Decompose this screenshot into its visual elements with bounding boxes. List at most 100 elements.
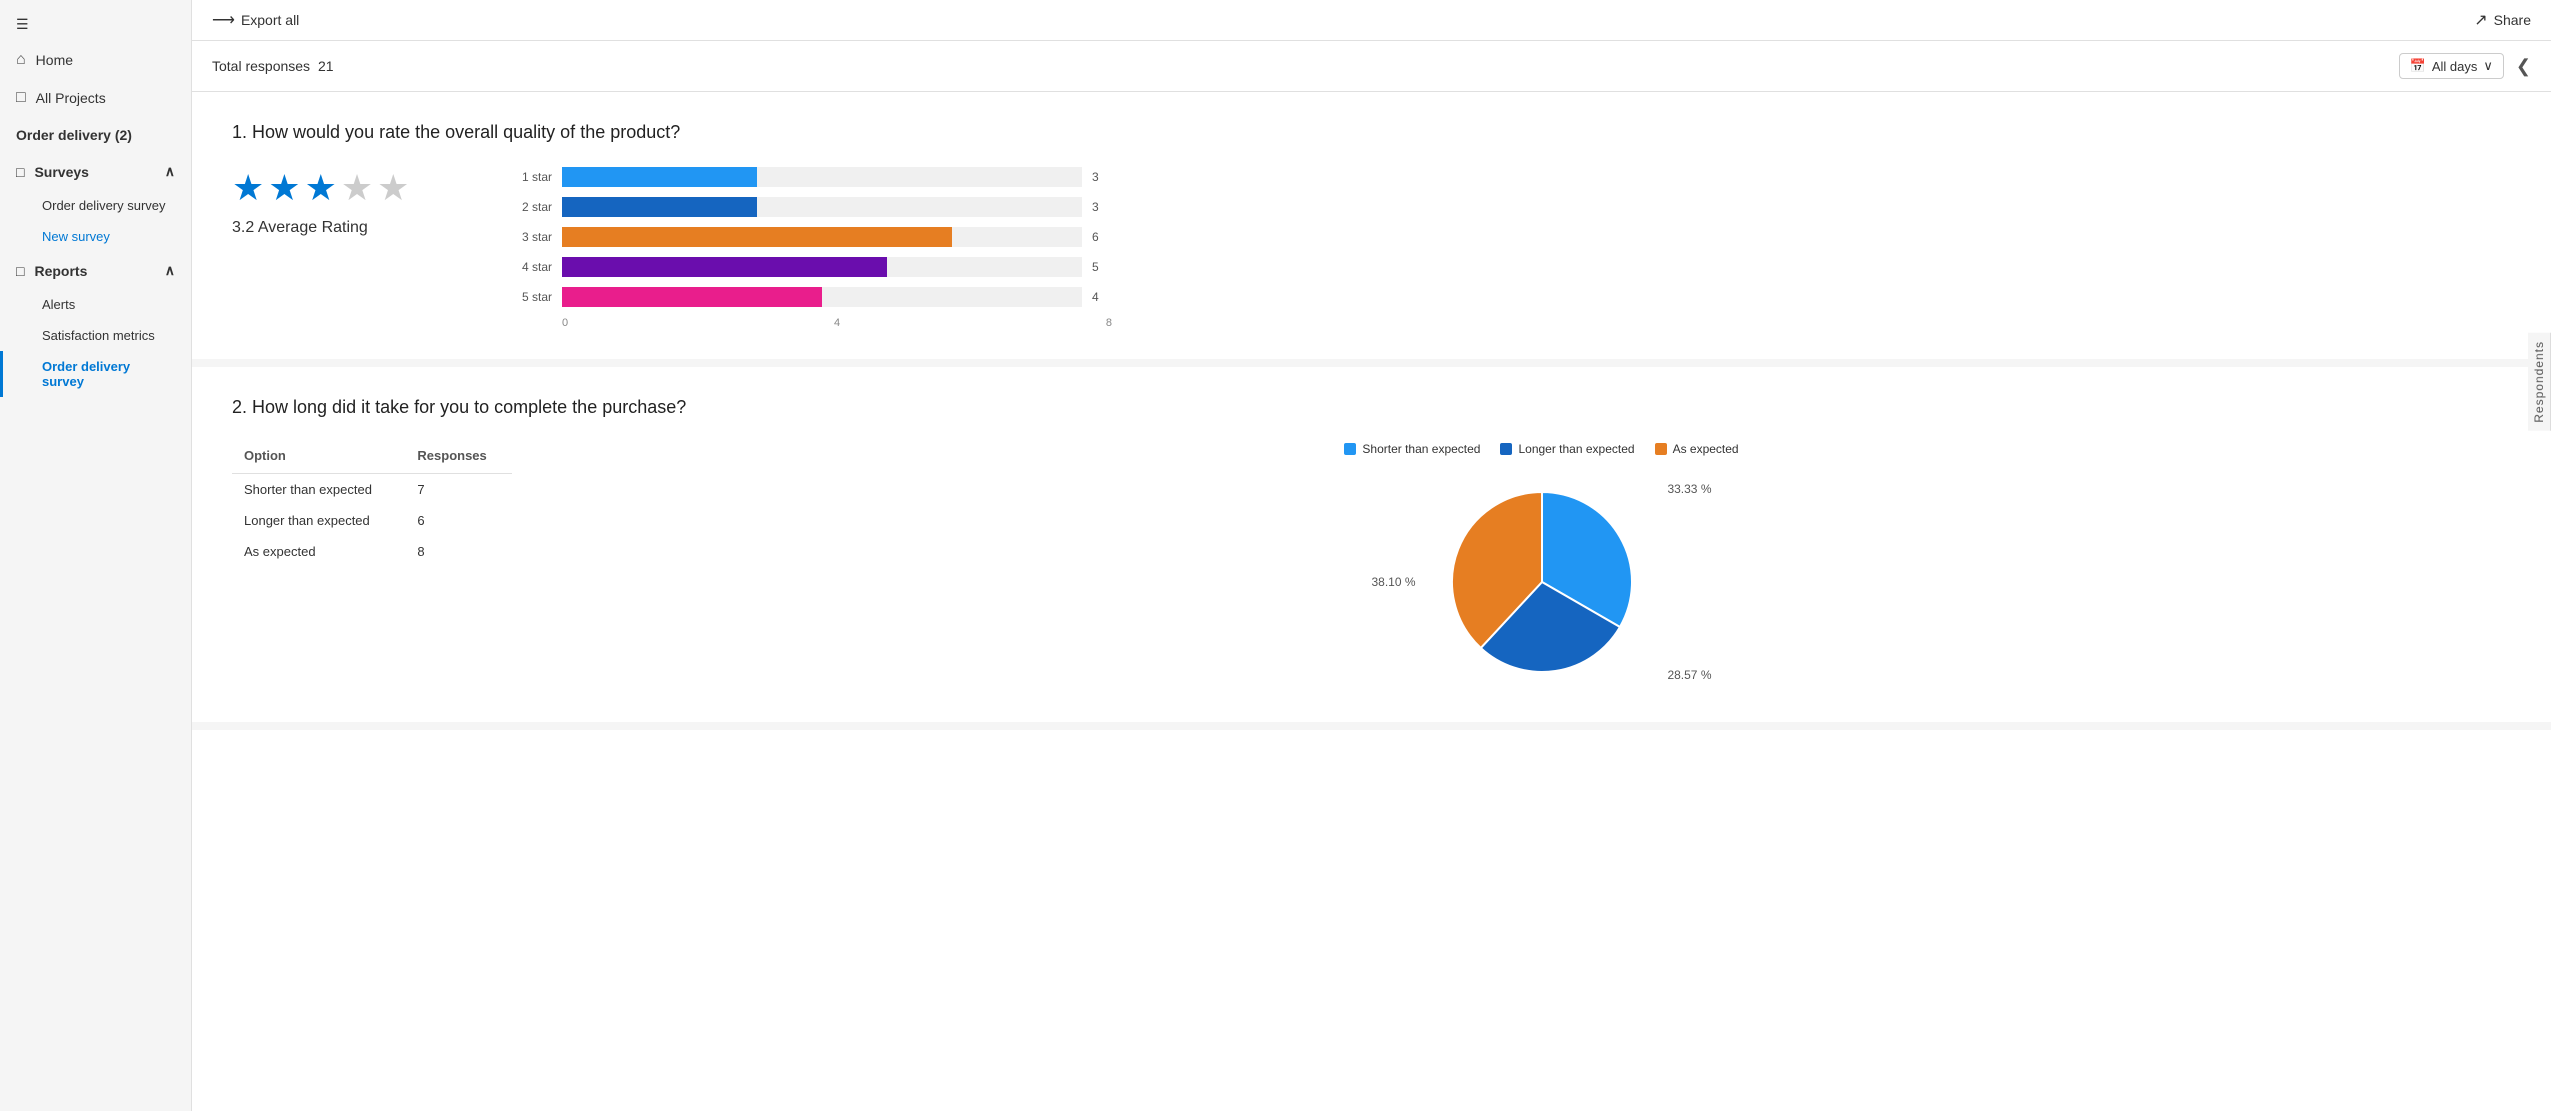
col-responses: Responses: [405, 442, 512, 474]
star-2: ★: [268, 167, 300, 209]
avg-rating-value: 3.2: [232, 219, 254, 236]
sidebar-item-order-delivery-report[interactable]: Order delivery survey: [0, 351, 191, 397]
legend-dot: [1500, 443, 1512, 455]
export-icon: ⟶: [212, 10, 235, 30]
avg-rating-label: Average Rating: [258, 219, 368, 236]
option-label: Longer than expected: [232, 505, 405, 536]
bar-label: 2 star: [512, 200, 552, 214]
star-4: ★: [341, 167, 373, 209]
bar-track: [562, 287, 1082, 307]
collapse-button[interactable]: ❮: [2516, 56, 2531, 77]
axis-labels: 0 4 8: [562, 317, 1112, 329]
response-table: Option Responses Shorter than expected 7…: [232, 442, 512, 567]
bar-value: 6: [1092, 230, 1112, 244]
home-label: Home: [36, 52, 73, 68]
satisfaction-metrics-label: Satisfaction metrics: [42, 328, 155, 343]
responses-bar: Total responses 21 📅 All days ∨ ❮: [192, 41, 2551, 92]
sidebar-item-order-delivery-survey[interactable]: Order delivery survey: [0, 190, 191, 221]
order-delivery-report-label: Order delivery survey: [42, 359, 130, 389]
pie-label-33: 33.33 %: [1667, 482, 1711, 496]
sidebar-item-new-survey[interactable]: New survey: [0, 221, 191, 252]
calendar-icon: 📅: [2410, 58, 2426, 74]
bar-fill: [562, 197, 757, 217]
bar-value: 3: [1092, 170, 1112, 184]
bar-label: 5 star: [512, 290, 552, 304]
reports-chevron: ∧: [165, 262, 175, 279]
bar-value: 4: [1092, 290, 1112, 304]
table-row: Longer than expected 6: [232, 505, 512, 536]
new-survey-label: New survey: [42, 229, 110, 244]
option-value: 6: [405, 505, 512, 536]
surveys-chevron: ∧: [165, 163, 175, 180]
bar-label: 1 star: [512, 170, 552, 184]
star-3: ★: [305, 167, 337, 209]
respondents-tab[interactable]: Respondents: [2528, 333, 2551, 431]
option-label: As expected: [232, 536, 405, 567]
reports-icon: □: [16, 263, 24, 279]
legend-label: Longer than expected: [1518, 442, 1634, 456]
star-1: ★: [232, 167, 264, 209]
bar-track: [562, 167, 1082, 187]
surveys-label: Surveys: [34, 164, 88, 180]
pie-label-28: 28.57 %: [1667, 668, 1711, 682]
bar-track: [562, 227, 1082, 247]
bar-row: 1 star 3: [512, 167, 1112, 187]
bar-row: 4 star 5: [512, 257, 1112, 277]
question-1-content: ★ ★ ★ ★ ★ 3.2 Average Rating 1 star: [232, 167, 2511, 329]
bar-axis: 0 4 8: [512, 317, 1112, 329]
legend-dot: [1655, 443, 1667, 455]
section-title: Order delivery (2): [16, 127, 132, 143]
bar-row: 2 star 3: [512, 197, 1112, 217]
bar-label: 4 star: [512, 260, 552, 274]
sidebar-item-home[interactable]: ⌂ Home: [0, 41, 191, 79]
legend-item: Shorter than expected: [1344, 442, 1480, 456]
top-bar: ⟶ Export all ↗ Share: [192, 0, 2551, 41]
bar-chart-q1: 1 star 3 2 star 3 3 star 6 4 star 5 5 st…: [512, 167, 1112, 329]
total-responses-count: 21: [318, 58, 334, 74]
projects-icon: □: [16, 89, 26, 107]
bar-track: [562, 197, 1082, 217]
pie-section: Shorter than expected Longer than expect…: [572, 442, 2511, 692]
main-content: ⟶ Export all ↗ Share Total responses 21 …: [192, 0, 2551, 1111]
col-option: Option: [232, 442, 405, 474]
question-1-card: 1. How would you rate the overall qualit…: [192, 92, 2551, 367]
sidebar-reports-header[interactable]: □ Reports ∧: [0, 252, 191, 289]
reports-label: Reports: [34, 263, 87, 279]
share-label: Share: [2494, 12, 2531, 28]
sidebar-item-all-projects[interactable]: □ All Projects: [0, 79, 191, 117]
table-row: As expected 8: [232, 536, 512, 567]
pie-label-38: 38.10 %: [1372, 575, 1416, 589]
option-value: 8: [405, 536, 512, 567]
question-2-title: 2. How long did it take for you to compl…: [232, 397, 2511, 418]
option-label: Shorter than expected: [232, 474, 405, 506]
share-button[interactable]: ↗ Share: [2474, 10, 2531, 30]
question-2-content: Option Responses Shorter than expected 7…: [232, 442, 2511, 692]
legend-item: As expected: [1655, 442, 1739, 456]
sidebar: ☰ ⌂ Home □ All Projects Order delivery (…: [0, 0, 192, 1111]
pie-svg: [1432, 472, 1652, 692]
sidebar-section-order-delivery: Order delivery (2): [0, 117, 191, 153]
sidebar-item-satisfaction-metrics[interactable]: Satisfaction metrics: [0, 320, 191, 351]
sidebar-surveys-header[interactable]: □ Surveys ∧: [0, 153, 191, 190]
pie-legend: Shorter than expected Longer than expect…: [1344, 442, 1738, 456]
bar-row: 3 star 6: [512, 227, 1112, 247]
bar-label: 3 star: [512, 230, 552, 244]
order-delivery-survey-label: Order delivery survey: [42, 198, 166, 213]
export-button[interactable]: ⟶ Export all: [212, 10, 299, 30]
all-projects-label: All Projects: [36, 90, 106, 106]
days-filter-dropdown[interactable]: 📅 All days ∨: [2399, 53, 2504, 79]
table-row: Shorter than expected 7: [232, 474, 512, 506]
legend-label: As expected: [1673, 442, 1739, 456]
sidebar-item-alerts[interactable]: Alerts: [0, 289, 191, 320]
surveys-icon: □: [16, 164, 24, 180]
menu-icon[interactable]: ☰: [0, 8, 191, 41]
legend-dot: [1344, 443, 1356, 455]
rating-display: ★ ★ ★ ★ ★ 3.2 Average Rating: [232, 167, 432, 237]
question-1-title: 1. How would you rate the overall qualit…: [232, 122, 2511, 143]
total-responses-text: Total responses 21: [212, 58, 334, 74]
legend-item: Longer than expected: [1500, 442, 1634, 456]
bar-track: [562, 257, 1082, 277]
question-2-card: 2. How long did it take for you to compl…: [192, 367, 2551, 730]
legend-label: Shorter than expected: [1362, 442, 1480, 456]
home-icon: ⌂: [16, 51, 26, 69]
